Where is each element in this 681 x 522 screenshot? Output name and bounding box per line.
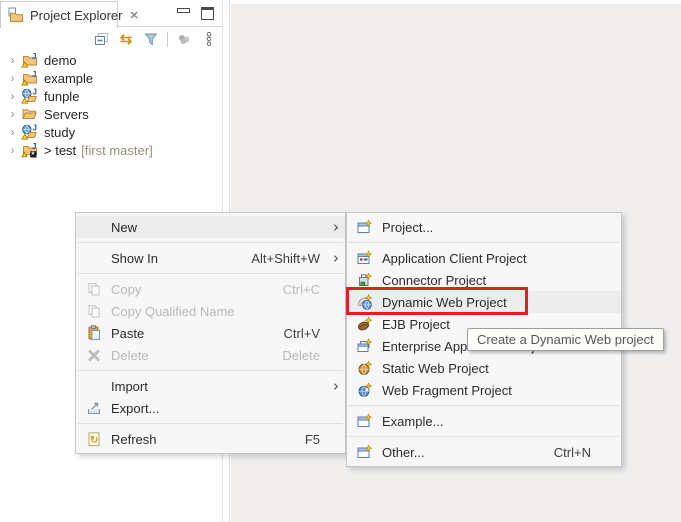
new-wizard-icon [357, 413, 373, 429]
copy-icon [86, 303, 102, 319]
git-branch-decoration: [first master] [81, 142, 153, 158]
menu-item-import[interactable]: Import › [76, 375, 345, 397]
refresh-icon: ↻ [86, 431, 102, 447]
menu-item-application-client-project[interactable]: Application Client Project [347, 247, 621, 269]
delete-icon [86, 347, 102, 363]
tree-item-funple[interactable]: › J funple [0, 87, 220, 105]
menu-item-project[interactable]: Project... [347, 216, 621, 238]
svg-text:J: J [33, 124, 37, 133]
menu-item-web-fragment-project[interactable]: Web Fragment Project [347, 379, 621, 401]
menu-item-show-in[interactable]: Show In Alt+Shift+W › [76, 247, 345, 269]
app-client-project-icon [357, 250, 373, 266]
paste-icon [86, 325, 102, 341]
menu-item-paste[interactable]: Paste Ctrl+V [76, 322, 345, 344]
overflow-menu-icon[interactable] [200, 30, 218, 48]
svg-text:J: J [32, 70, 36, 79]
tree-item-test[interactable]: › J * > test [first master] [0, 141, 220, 160]
menu-item-example[interactable]: Example... [347, 410, 621, 432]
tooltip-text: Create a Dynamic Web project [477, 332, 654, 347]
menu-item-copy-qualified-name: Copy Qualified Name [76, 300, 345, 322]
menu-item-new[interactable]: New › [76, 216, 345, 238]
view-menu-icon[interactable] [175, 30, 193, 48]
project-explorer-icon [8, 7, 24, 23]
menu-item-refresh[interactable]: ↻ Refresh F5 [76, 428, 345, 450]
menu-separator [78, 273, 343, 274]
folder-icon [21, 106, 38, 122]
svg-text:J: J [33, 88, 37, 97]
tree-item-example[interactable]: › J example [0, 69, 220, 87]
tree-item-demo[interactable]: › J demo [0, 51, 220, 69]
menu-item-static-web-project[interactable]: Static Web Project [347, 357, 621, 379]
tree-item-label: funple [44, 88, 80, 104]
menu-separator [349, 242, 619, 243]
chevron-right-icon[interactable]: › [7, 108, 18, 120]
tree-item-label: demo [44, 52, 77, 68]
collapse-all-icon[interactable] [92, 30, 110, 48]
chevron-right-icon[interactable]: › [7, 90, 18, 102]
menu-item-export[interactable]: Export... [76, 397, 345, 419]
project-tree: › J demo › J example › J funple › Server… [0, 51, 220, 159]
tooltip: Create a Dynamic Web project [467, 328, 664, 351]
link-with-editor-icon[interactable]: ⇆ [117, 30, 135, 48]
tree-item-label: > test [44, 142, 77, 158]
menu-item-other[interactable]: Other... Ctrl+N [347, 441, 621, 463]
web-project-warning-icon: J [21, 124, 38, 140]
red-highlight-box [346, 287, 528, 315]
svg-text:J: J [32, 52, 36, 61]
enterprise-app-project-icon [357, 338, 373, 354]
close-icon[interactable]: ✕ [129, 9, 138, 22]
menu-separator [78, 242, 343, 243]
tab-project-explorer[interactable]: Project Explorer ✕ [0, 1, 139, 28]
menu-separator [349, 436, 619, 437]
submenu-arrow-icon: › [333, 248, 339, 267]
menu-item-copy: Copy Ctrl+C [76, 278, 345, 300]
context-menu: New › Show In Alt+Shift+W › Copy Ctrl+C … [75, 212, 346, 454]
eclipse-window: { "colors": { "annotation_red": "#e41d1d… [0, 0, 681, 522]
tree-item-label: study [44, 124, 76, 140]
java-project-warning-icon: J [21, 52, 38, 68]
new-project-icon [357, 219, 373, 235]
chevron-right-icon[interactable]: › [7, 72, 18, 84]
submenu-arrow-icon: › [333, 217, 339, 236]
svg-text:↻: ↻ [90, 435, 98, 446]
tree-item-servers[interactable]: › Servers [0, 105, 220, 123]
minimize-button[interactable] [176, 7, 190, 20]
web-project-warning-icon: J [21, 88, 38, 104]
menu-separator [349, 405, 619, 406]
submenu-arrow-icon: › [333, 376, 339, 395]
tree-item-label: Servers [44, 106, 89, 122]
menu-separator [78, 370, 343, 371]
chevron-right-icon[interactable]: › [7, 144, 18, 156]
menu-separator [78, 423, 343, 424]
view-toolbar: ⇆ [0, 29, 218, 49]
maximize-button[interactable] [201, 7, 214, 20]
menu-item-delete: Delete Delete [76, 344, 345, 366]
web-fragment-project-icon [357, 382, 373, 398]
tab-title: Project Explorer [30, 7, 123, 23]
static-web-project-icon [357, 360, 373, 376]
java-project-warning-icon: J [21, 70, 38, 86]
new-wizard-icon [357, 444, 373, 460]
java-project-git-icon: J * [21, 142, 38, 159]
tree-item-label: example [44, 70, 94, 86]
chevron-right-icon[interactable]: › [7, 126, 18, 138]
export-icon [86, 400, 102, 416]
chevron-right-icon[interactable]: › [7, 54, 18, 66]
tree-item-study[interactable]: › J study [0, 123, 220, 141]
ejb-project-icon [357, 316, 373, 332]
toolbar-separator [167, 31, 168, 47]
connector-project-icon [357, 272, 373, 288]
copy-icon [86, 281, 102, 297]
filter-icon[interactable] [142, 30, 160, 48]
